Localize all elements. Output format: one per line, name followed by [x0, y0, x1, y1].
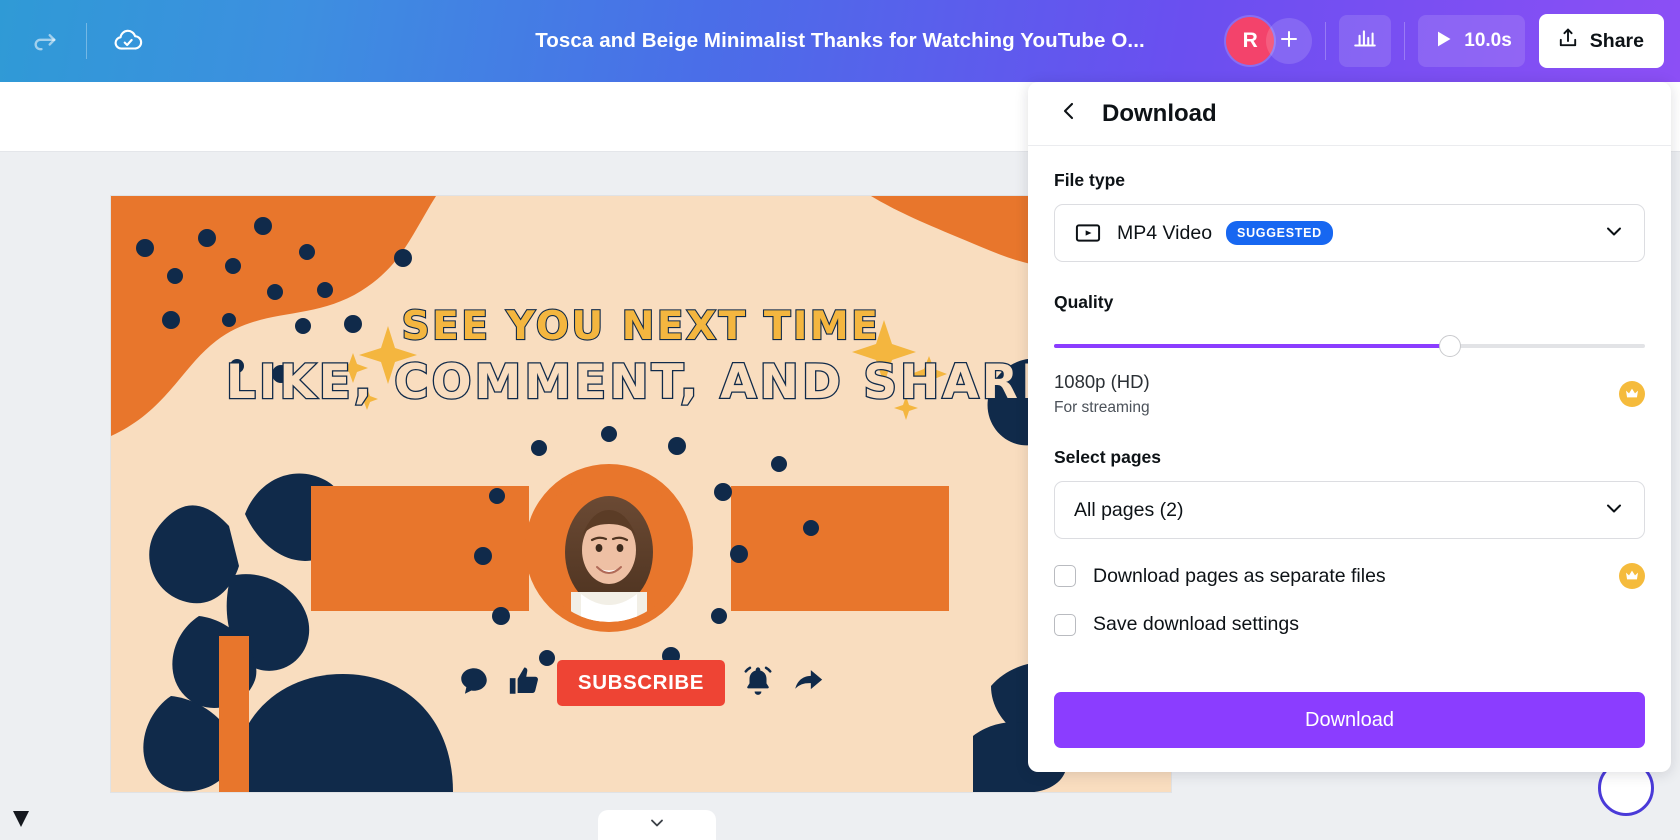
quality-label: Quality: [1054, 292, 1114, 312]
select-pages-select[interactable]: All pages (2): [1054, 481, 1645, 539]
share-arrow-icon: [791, 664, 825, 703]
page-panel-toggle[interactable]: [598, 810, 716, 840]
chevron-down-icon: [647, 813, 667, 838]
header-separator-2: [1404, 22, 1406, 60]
profile-photo[interactable]: [535, 474, 683, 622]
share-button[interactable]: Share: [1538, 14, 1664, 68]
document-title[interactable]: Tosca and Beige Minimalist Thanks for Wa…: [535, 29, 1145, 53]
bell-icon: [741, 664, 775, 703]
back-button[interactable]: [1054, 99, 1084, 129]
select-pages-value: All pages (2): [1074, 498, 1184, 521]
chevron-left-icon: [1057, 99, 1081, 128]
subscribe-row: SUBSCRIBE: [111, 660, 1171, 706]
thumbs-up-icon: [507, 664, 541, 703]
header-divider: [86, 23, 87, 59]
saved-status-button[interactable]: [103, 16, 153, 66]
suggested-badge: SUGGESTED: [1226, 221, 1333, 245]
design-canvas-page[interactable]: SEE YOU NEXT TIME LIKE, COMMENT, AND SHA…: [111, 196, 1171, 792]
download-panel-body: File type MP4 Video SUGGESTED Quality 10…: [1028, 146, 1671, 674]
chevron-down-icon: [1602, 496, 1626, 525]
file-type-value: MP4 Video: [1117, 221, 1213, 244]
download-panel: Download File type MP4 Video SUGGESTED Q…: [1028, 82, 1671, 772]
play-preview-button[interactable]: 10.0s: [1418, 15, 1525, 67]
header-right-tools: R 10.0s Share: [1226, 0, 1664, 82]
add-collaborator-button[interactable]: [1266, 18, 1313, 64]
checkbox-label-separate-files: Download pages as separate files: [1093, 564, 1386, 587]
checkbox-row-save-settings[interactable]: Save download settings: [1054, 613, 1645, 636]
download-button[interactable]: Download: [1054, 692, 1645, 748]
profile-photo-image: [535, 474, 683, 622]
mp4-video-icon: [1074, 219, 1102, 247]
quality-description: For streaming: [1054, 399, 1150, 416]
panel-title: Download: [1102, 99, 1217, 127]
play-icon: [1431, 27, 1455, 56]
top-header-bar: Tosca and Beige Minimalist Thanks for Wa…: [0, 0, 1680, 82]
download-panel-footer: Download: [1028, 674, 1671, 772]
checkbox-label-save-settings: Save download settings: [1093, 613, 1299, 635]
share-label: Share: [1589, 29, 1644, 52]
redo-icon: [31, 27, 59, 55]
audio-bars-icon: [1352, 26, 1378, 57]
select-pages-label: Select pages: [1054, 447, 1161, 467]
slider-fill: [1054, 344, 1450, 348]
quality-value: 1080p (HD): [1054, 371, 1150, 392]
cloud-check-icon: [113, 26, 143, 56]
quality-slider[interactable]: [1054, 335, 1645, 357]
header-separator: [1325, 22, 1327, 60]
download-panel-header: Download: [1028, 82, 1671, 146]
duration-label: 10.0s: [1464, 30, 1512, 51]
canva-editor: Tosca and Beige Minimalist Thanks for Wa…: [0, 0, 1680, 840]
checkbox-save-settings[interactable]: [1054, 613, 1076, 636]
quality-value-row: 1080p (HD) For streaming: [1054, 371, 1645, 417]
share-upload-icon: [1556, 26, 1580, 56]
redo-button[interactable]: [20, 16, 70, 66]
checkbox-row-separate-files[interactable]: Download pages as separate files: [1054, 563, 1645, 589]
subscribe-button[interactable]: SUBSCRIBE: [556, 660, 726, 706]
file-type-label: File type: [1054, 170, 1125, 190]
chevron-down-icon: [1602, 219, 1626, 248]
crown-icon: [1619, 381, 1645, 407]
header-left-tools: [0, 16, 153, 66]
plus-icon: [1277, 27, 1301, 56]
file-type-select[interactable]: MP4 Video SUGGESTED: [1054, 204, 1645, 262]
slider-thumb[interactable]: [1438, 335, 1461, 357]
checkbox-separate-files[interactable]: [1054, 565, 1076, 587]
crown-icon: [1619, 563, 1645, 589]
audio-timing-button[interactable]: [1339, 15, 1392, 67]
gem-icon[interactable]: [8, 808, 34, 830]
comment-bubble-icon: [457, 664, 491, 703]
